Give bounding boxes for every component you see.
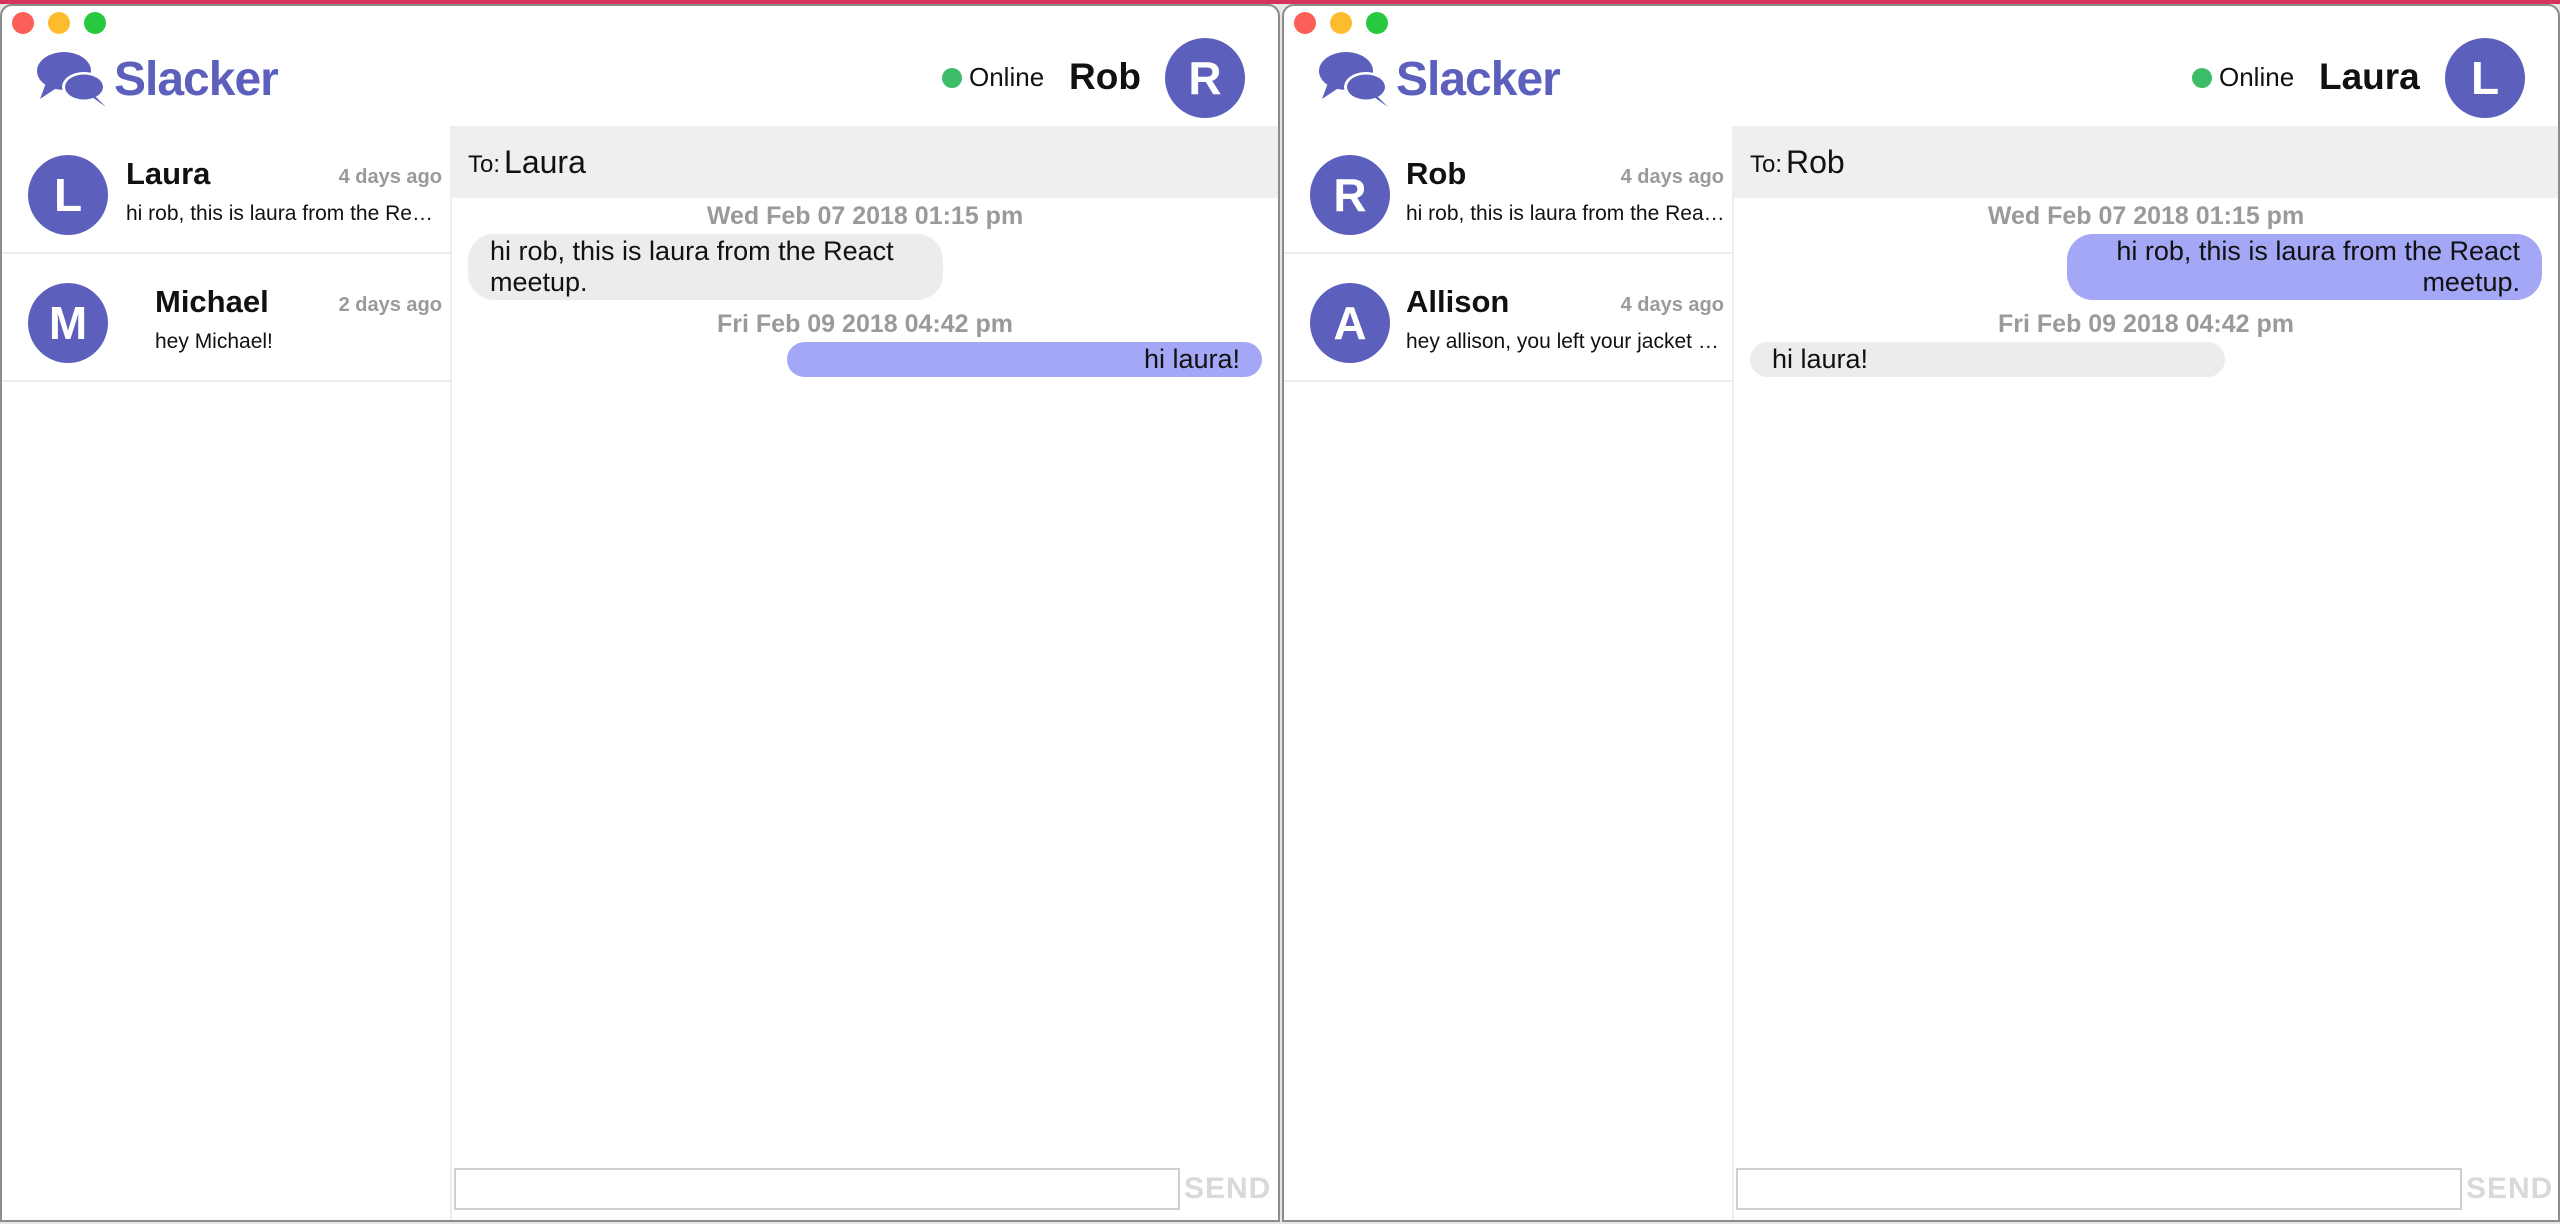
app-name: Slacker: [114, 52, 279, 106]
conversation-preview: hey Michael!: [155, 330, 273, 353]
current-user-avatar[interactable]: R: [1165, 38, 1245, 118]
received-message-bubble: hi rob, this is laura from the React mee…: [468, 234, 943, 300]
conversation-time: 4 days ago: [1620, 294, 1724, 316]
conversation-item-michael[interactable]: M Michael 2 days ago hey Michael!: [2, 254, 450, 382]
conversation-item-laura[interactable]: L Laura 4 days ago hi rob, this is laura…: [2, 126, 450, 254]
app-logo: Slacker: [34, 44, 279, 114]
conversation-name: Rob: [1406, 156, 1467, 191]
conversation-preview: hi rob, this is laura from the React mee…: [126, 202, 444, 225]
message-composer: SEND: [452, 1158, 1278, 1220]
to-label: To:: [1750, 151, 1783, 178]
recipient-bar: To: Laura: [452, 126, 1278, 198]
avatar: M: [28, 283, 108, 363]
conversation-preview: hi rob, this is laura from the React mee…: [1406, 202, 1726, 225]
message-input[interactable]: [1736, 1168, 2462, 1210]
app-logo: Slacker: [1316, 44, 1561, 114]
message-date: Fri Feb 09 2018 04:42 pm: [717, 310, 1013, 338]
chat-bubbles-icon: [1319, 52, 1388, 107]
conversation-list: L Laura 4 days ago hi rob, this is laura…: [2, 126, 452, 1220]
presence-status: Online: [2192, 62, 2294, 93]
chat-panel: To: Rob Wed Feb 07 2018 01:15 pm hi rob,…: [1734, 126, 2558, 1220]
message-input[interactable]: [454, 1168, 1180, 1210]
message-row: hi laura!: [1734, 342, 2558, 377]
app-name: Slacker: [1396, 52, 1561, 106]
conversation-item-allison[interactable]: A Allison 4 days ago hey allison, you le…: [1284, 254, 1732, 382]
message-row: hi rob, this is laura from the React mee…: [1734, 234, 2558, 300]
conversation-name: Michael: [155, 284, 269, 319]
app-header: Slacker Online Laura L: [1284, 6, 2558, 126]
app-header: Slacker Online Rob R: [2, 6, 1278, 126]
online-indicator-icon: [2192, 67, 2212, 88]
chat-panel: To: Laura Wed Feb 07 2018 01:15 pm hi ro…: [452, 126, 1278, 1220]
avatar: R: [1310, 155, 1390, 235]
message-date: Fri Feb 09 2018 04:42 pm: [1998, 310, 2294, 338]
recipient-name: Rob: [1786, 143, 1845, 180]
received-message-bubble: hi laura!: [1750, 342, 2225, 377]
current-user-avatar[interactable]: L: [2445, 38, 2525, 118]
message-date: Wed Feb 07 2018 01:15 pm: [1987, 202, 2305, 230]
message-composer: SEND: [1734, 1158, 2558, 1220]
send-button[interactable]: SEND: [2466, 1172, 2553, 1206]
slacker-window-rob: Slacker Online Rob R L Laura 4 days ago …: [0, 4, 1280, 1222]
to-label: To:: [468, 151, 501, 178]
conversation-time: 4 days ago: [1620, 166, 1724, 188]
conversation-time: 4 days ago: [338, 166, 442, 188]
avatar: A: [1310, 283, 1390, 363]
message-row: hi laura!: [452, 342, 1278, 377]
status-label: Online: [969, 62, 1045, 92]
sent-message-bubble: hi rob, this is laura from the React mee…: [2067, 234, 2542, 300]
send-button[interactable]: SEND: [1184, 1172, 1271, 1206]
presence-status: Online: [942, 62, 1044, 93]
sent-message-bubble: hi laura!: [787, 342, 1262, 377]
conversation-name: Allison: [1406, 284, 1510, 319]
message-date: Wed Feb 07 2018 01:15 pm: [706, 202, 1024, 230]
status-label: Online: [2219, 62, 2295, 92]
recipient-name: Laura: [504, 143, 586, 180]
online-indicator-icon: [942, 67, 962, 88]
message-row: hi rob, this is laura from the React mee…: [452, 234, 1278, 300]
current-user-name: Rob: [1069, 56, 1141, 97]
chat-bubbles-icon: [37, 52, 106, 107]
conversation-name: Laura: [126, 156, 211, 191]
conversation-preview: hey allison, you left your jacket at the…: [1406, 330, 1726, 353]
conversation-list: R Rob 4 days ago hi rob, this is laura f…: [1284, 126, 1734, 1220]
recipient-bar: To: Rob: [1734, 126, 2558, 198]
conversation-time: 2 days ago: [338, 294, 442, 316]
slacker-window-laura: Slacker Online Laura L R Rob 4 days ago …: [1282, 4, 2560, 1222]
avatar: L: [28, 155, 108, 235]
conversation-item-rob[interactable]: R Rob 4 days ago hi rob, this is laura f…: [1284, 126, 1732, 254]
current-user-name: Laura: [2319, 56, 2420, 97]
